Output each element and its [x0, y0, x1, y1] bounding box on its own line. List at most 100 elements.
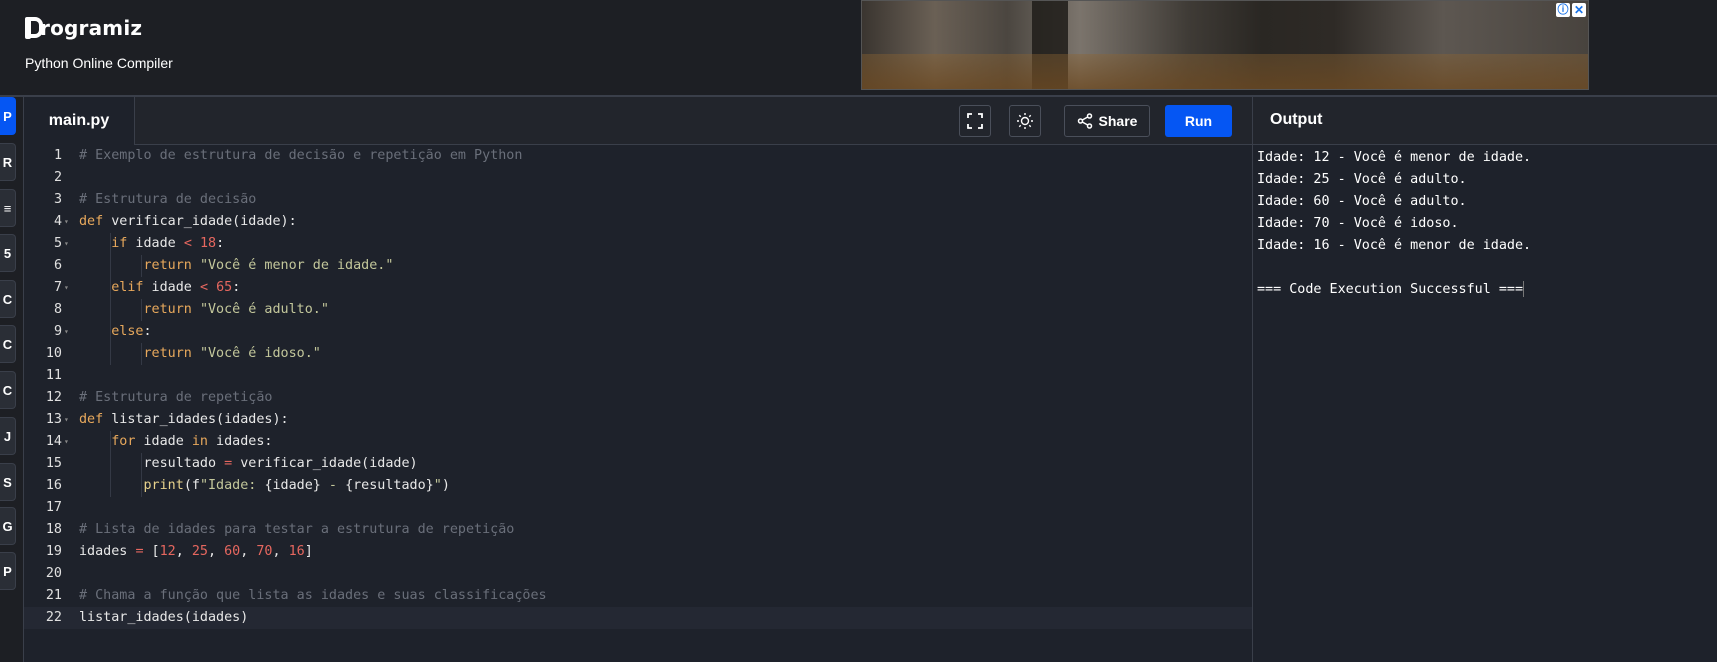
cpp-icon[interactable]: C: [0, 325, 16, 363]
code-token: print: [143, 478, 184, 493]
python-icon[interactable]: P: [0, 97, 16, 135]
code-token: :: [216, 236, 225, 251]
tab-main-py[interactable]: main.py: [24, 97, 135, 145]
code-line[interactable]: 4 ▾ def verificar_idade(idade):: [24, 211, 1252, 233]
php-icon[interactable]: P: [0, 552, 16, 590]
code-token: "Você é menor de idade.": [199, 258, 394, 273]
code-text: # Estrutura de repetição: [79, 387, 272, 409]
code-text: return "Você é idoso.": [79, 343, 321, 365]
code-token: "Idade:: [199, 478, 265, 493]
code-text: resultado = verificar_idade(idade): [79, 453, 418, 475]
line-number: 2: [53, 170, 62, 185]
code-token: idade: [127, 236, 184, 251]
code-line[interactable]: 11: [24, 365, 1252, 387]
code-token: listar_idades(idades):: [103, 412, 289, 427]
fold-chevron-icon[interactable]: ▾: [64, 321, 69, 343]
code-text: idades = [12, 25, 60, 70, 16]: [79, 541, 313, 563]
code-line[interactable]: 6 return "Você é menor de idade.": [24, 255, 1252, 277]
code-line[interactable]: 9 ▾ else:: [24, 321, 1252, 343]
code-token: verificar_idade(idade): [232, 456, 418, 471]
code-token: # Estrutura de decisão: [79, 192, 257, 207]
code-token: idades:: [208, 434, 273, 449]
text-cursor: [1523, 281, 1525, 297]
c-icon[interactable]: C: [0, 280, 16, 318]
share-button[interactable]: Share: [1064, 105, 1150, 137]
code-text: # Chama a função que lista as idades e s…: [79, 585, 547, 607]
code-line[interactable]: 2: [24, 167, 1252, 189]
line-number: 14: [45, 434, 62, 449]
code-token: ": [433, 478, 442, 493]
indent-guide: [141, 343, 142, 365]
fullscreen-button[interactable]: [959, 105, 991, 137]
code-line[interactable]: 13 ▾ def listar_idades(idades):: [24, 409, 1252, 431]
code-token: "Você é adulto.": [199, 302, 329, 317]
code-token: else: [111, 324, 144, 339]
code-line[interactable]: 12 # Estrutura de repetição: [24, 387, 1252, 409]
fullscreen-icon: [967, 113, 983, 129]
csharp-icon[interactable]: C: [0, 371, 16, 409]
go-icon[interactable]: G: [0, 507, 16, 545]
code-token: ,: [240, 544, 257, 559]
fold-chevron-icon[interactable]: ▾: [64, 409, 69, 431]
code-line[interactable]: 3 # Estrutura de decisão: [24, 189, 1252, 211]
code-token: ,: [208, 544, 225, 559]
swift-icon[interactable]: S: [0, 463, 16, 501]
code-token: idade: [135, 434, 192, 449]
code-line[interactable]: 5 ▾ if idade < 18:: [24, 233, 1252, 255]
code-line[interactable]: 15 resultado = verificar_idade(idade): [24, 453, 1252, 475]
language-sidebar: P R ≡ 5 C C C J S G P: [0, 97, 24, 662]
code-line[interactable]: 18 # Lista de idades para testar a estrut…: [24, 519, 1252, 541]
line-number: 20: [45, 566, 62, 581]
line-number: 3: [53, 192, 62, 207]
code-text: return "Você é menor de idade.": [79, 255, 394, 277]
ad-close-icon[interactable]: ✕: [1572, 3, 1586, 17]
code-line[interactable]: 1 # Exemplo de estrutura de decisão e rep…: [24, 145, 1252, 167]
line-number: 4: [53, 214, 62, 229]
code-line[interactable]: 8 return "Você é adulto.": [24, 299, 1252, 321]
logo-text: rogramiz: [40, 16, 143, 40]
code-line[interactable]: 21 # Chama a função que lista as idades e…: [24, 585, 1252, 607]
code-line[interactable]: 10 return "Você é idoso.": [24, 343, 1252, 365]
code-line[interactable]: 19 idades = [12, 25, 60, 70, 16]: [24, 541, 1252, 563]
output-header: Output: [1252, 97, 1717, 145]
java-icon[interactable]: J: [0, 417, 16, 455]
theme-toggle-button[interactable]: [1009, 105, 1041, 137]
programiz-logo[interactable]: rogramiz: [25, 16, 142, 40]
output-title: Output: [1270, 111, 1323, 128]
code-line[interactable]: 7 ▾ elif idade < 65:: [24, 277, 1252, 299]
fold-chevron-icon[interactable]: ▾: [64, 233, 69, 255]
ad-image-grass: [862, 54, 1588, 89]
indent-guide: [110, 431, 111, 497]
output-console[interactable]: Idade: 12 - Você é menor de idade. Idade:…: [1252, 145, 1717, 662]
code-token: # Estrutura de repetição: [79, 390, 273, 405]
advertisement-banner[interactable]: ⓘ ✕: [861, 0, 1589, 90]
code-token: =: [135, 544, 144, 559]
code-token: ]: [304, 544, 313, 559]
fold-chevron-icon[interactable]: ▾: [64, 431, 69, 453]
line-number: 11: [45, 368, 62, 383]
sql-icon[interactable]: ≡: [0, 189, 16, 227]
code-line[interactable]: 17: [24, 497, 1252, 519]
code-line[interactable]: 14 ▾ for idade in idades:: [24, 431, 1252, 453]
code-editor[interactable]: 1 # Exemplo de estrutura de decisão e rep…: [24, 145, 1252, 662]
code-line[interactable]: 16 print(f"Idade: {idade} - {resultado}"…: [24, 475, 1252, 497]
ad-info-icon[interactable]: ⓘ: [1556, 3, 1570, 17]
fold-chevron-icon[interactable]: ▾: [64, 277, 69, 299]
indent-guide: [141, 255, 142, 277]
r-icon[interactable]: R: [0, 143, 16, 181]
code-token: (f: [183, 478, 200, 493]
html-icon[interactable]: 5: [0, 234, 16, 272]
line-number: 16: [45, 478, 62, 493]
code-token: -: [320, 478, 346, 493]
code-token: return: [143, 302, 192, 317]
code-token: in: [191, 434, 208, 449]
run-button[interactable]: Run: [1165, 105, 1232, 137]
code-line[interactable]: 20: [24, 563, 1252, 585]
code-token: elif: [111, 280, 144, 295]
fold-chevron-icon[interactable]: ▾: [64, 211, 69, 233]
code-text: return "Você é adulto.": [79, 299, 329, 321]
code-line[interactable]: 22 listar_idades(idades): [24, 607, 1252, 629]
